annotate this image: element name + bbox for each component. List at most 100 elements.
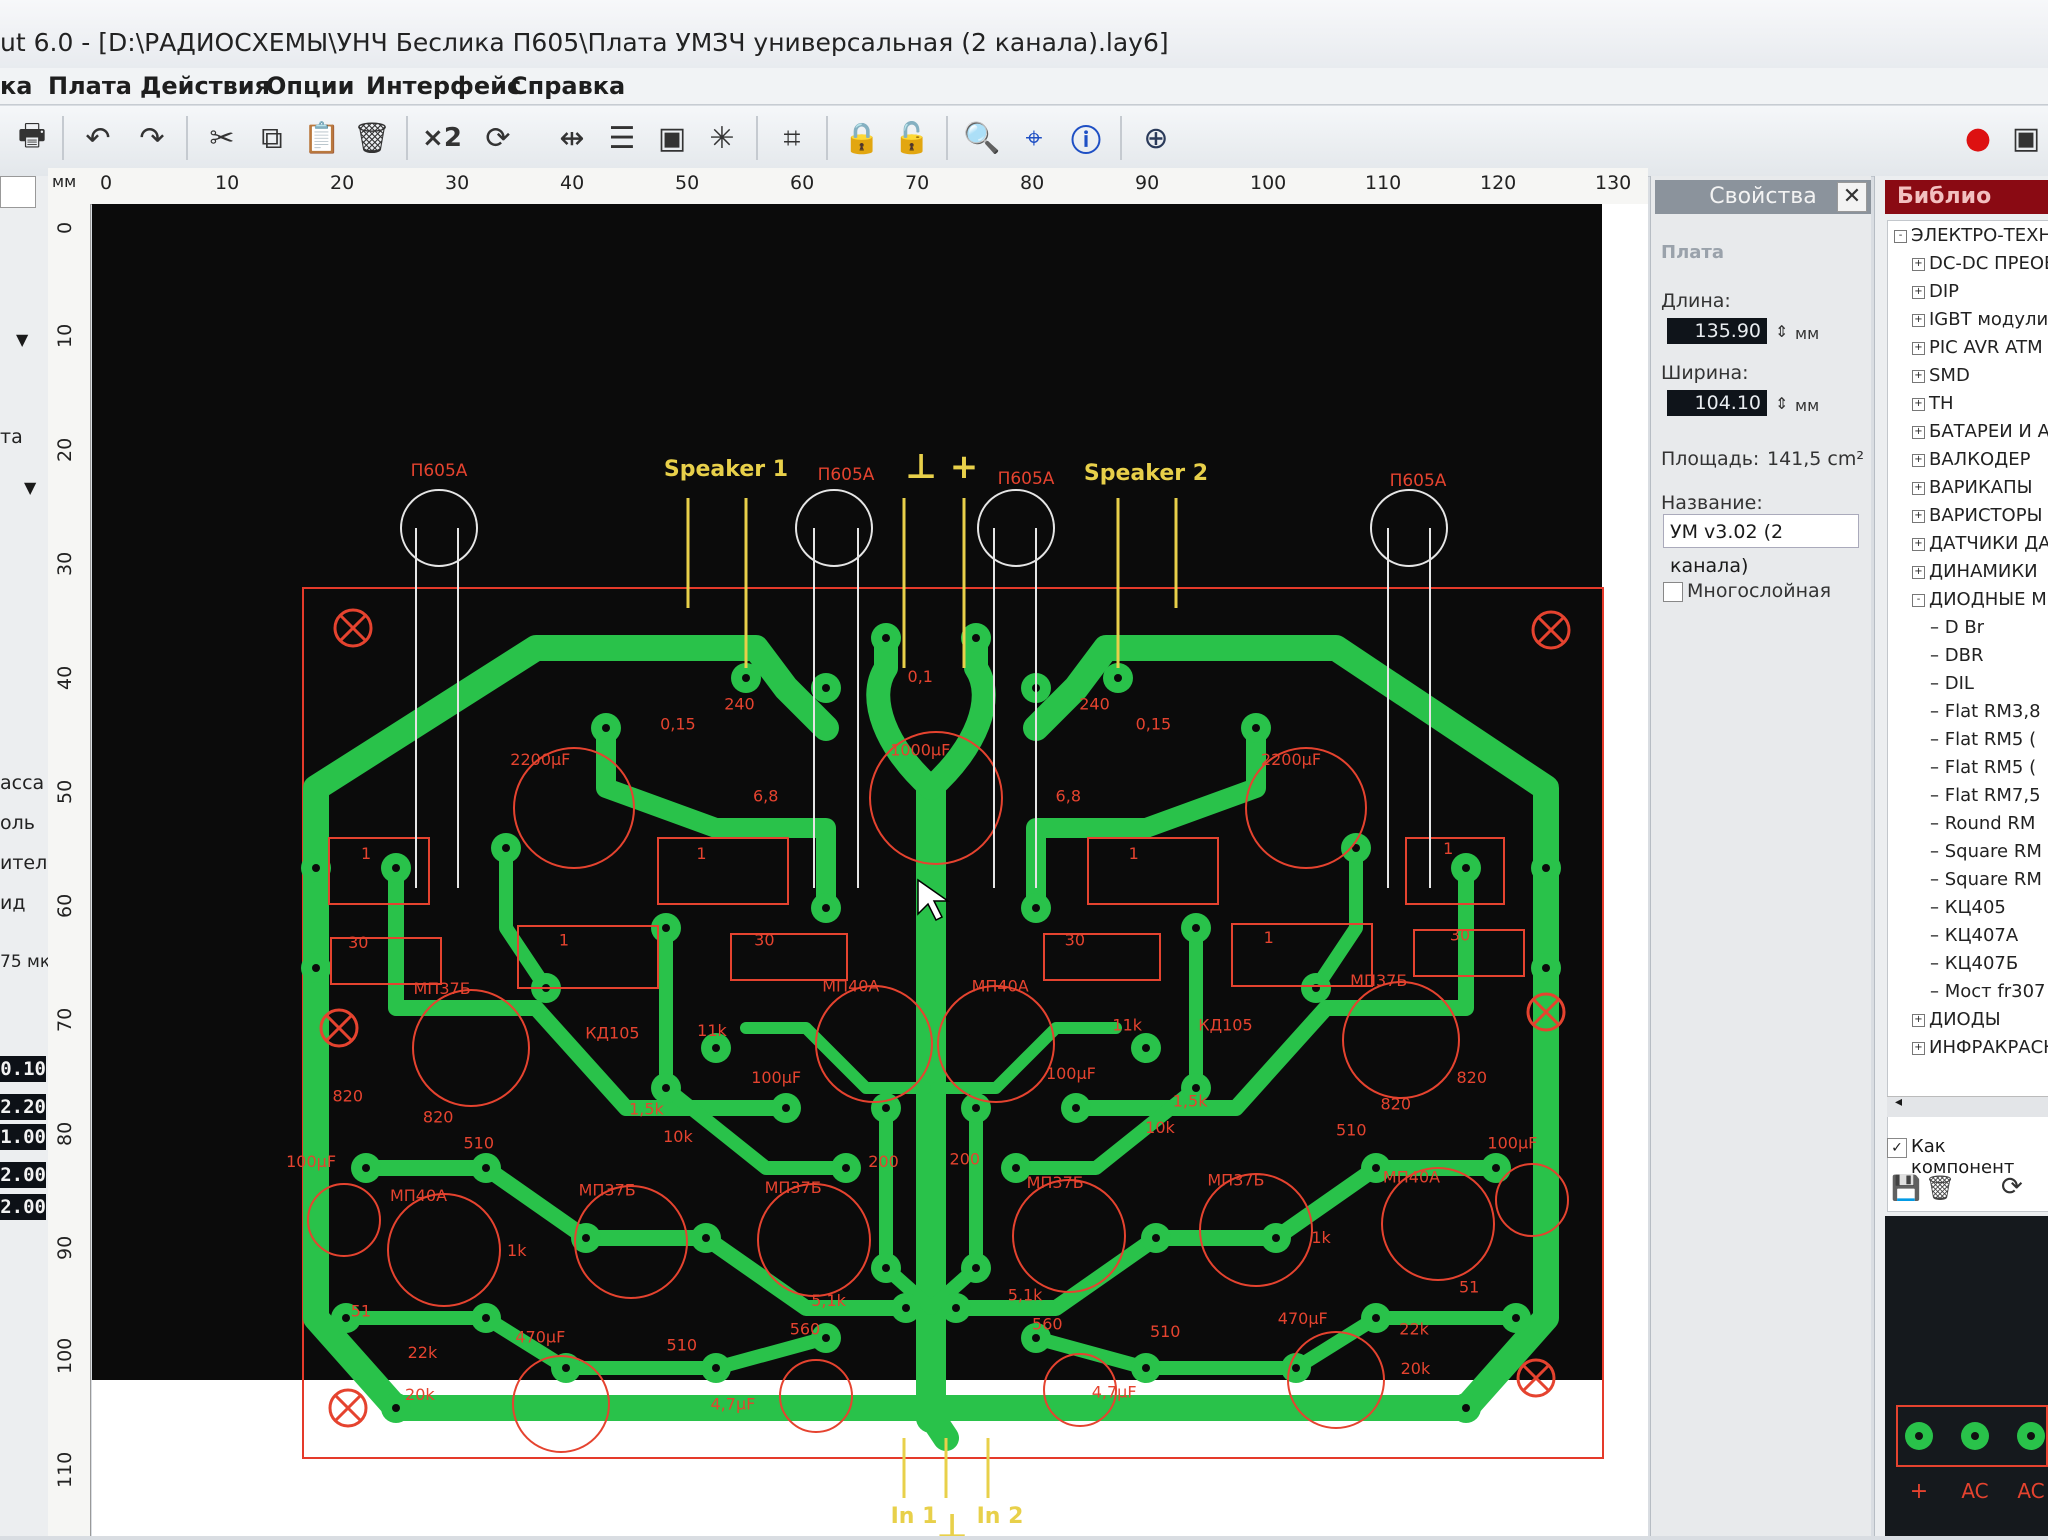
undo-icon[interactable]: ↶ [76,116,120,160]
length-spinner-icon[interactable]: ⇕ [1775,322,1788,341]
library-tree-item[interactable]: - ДИОДНЫЕ М [1912,589,2047,610]
library-tree-item[interactable]: + ДИОДЫ [1912,1009,2001,1030]
library-tree-item[interactable]: + TH [1912,393,1954,414]
scroll-left-icon[interactable]: ◂ [1895,1094,1902,1110]
left-panel-value[interactable]: 2.00 [0,1194,46,1220]
library-tree-item[interactable]: + DIP [1912,281,1959,302]
menu-options[interactable]: Опции [266,68,354,104]
left-panel-value[interactable]: 2.00 [0,1162,46,1188]
library-tree-item[interactable]: + PIC AVR ATM [1912,337,2043,358]
width-field[interactable]: 104.10 [1667,390,1767,416]
mirror-icon[interactable]: ⇹ [550,116,594,160]
collapse-icon[interactable]: - [1894,229,1907,243]
measure-icon[interactable]: ⌖ [1012,116,1056,160]
close-icon[interactable]: ✕ [1837,182,1867,212]
expand-icon[interactable]: + [1912,369,1925,383]
library-tree-item[interactable]: – Flat RM5 ( [1930,757,2036,778]
library-tree-item[interactable]: + ВАЛКОДЕР [1912,449,2030,470]
expand-icon[interactable]: + [1912,537,1925,551]
rotate-icon[interactable]: ⟳ [476,116,520,160]
expand-icon[interactable]: + [1912,425,1925,439]
copy-icon[interactable]: ⧉ [250,116,294,160]
group-icon[interactable]: ▣ [650,116,694,160]
left-panel-value[interactable]: 2.20 [0,1094,46,1120]
library-tree-item[interactable]: – Flat RM3,8 [1930,701,2041,722]
multilayer-checkbox[interactable] [1663,582,1683,602]
window-icon[interactable]: ▣ [2004,116,2048,160]
library-tree-item[interactable]: – КЦ407А [1930,925,2018,946]
expand-icon[interactable]: + [1912,481,1925,495]
expand-icon[interactable]: + [1912,257,1925,271]
expand-icon[interactable]: + [1912,341,1925,355]
lock-icon[interactable]: 🔒 [840,116,884,160]
paste-icon[interactable]: 📋 [300,116,344,160]
library-tree-item[interactable]: – Square RM [1930,869,2042,890]
delete-icon[interactable]: 🗑 [1925,1174,1955,1202]
library-tree-item[interactable]: – DIL [1930,673,1974,694]
pcb-workspace[interactable]: 2200µF 2200µF 1000µF 240 240 0,15 0,15 0,1 6,8 6,… [92,204,1648,1540]
library-tree-item[interactable]: – Мост fr307 [1930,981,2045,1002]
menu-interface[interactable]: Интерфейс [366,68,521,104]
refresh-icon[interactable]: ⟳ [2001,1172,2023,1202]
board-name-input[interactable]: УМ v3.02 (2 канала) [1663,514,1859,577]
library-tree-label: ДАТЧИКИ ДА [1929,533,2048,554]
save-icon[interactable]: 💾 [1891,1174,1921,1202]
zoom-icon[interactable]: 🔍 [960,116,1004,160]
pcb-canvas[interactable]: 2200µF 2200µF 1000µF 240 240 0,15 0,15 0,1 6,8 6,… [92,204,1648,1540]
menu-actions[interactable]: Действия [140,68,270,104]
expand-icon[interactable]: + [1912,453,1925,467]
target-icon[interactable]: ⊕ [1134,116,1178,160]
library-tree-item[interactable]: + ВАРИКАПЫ [1912,477,2033,498]
library-tree-item[interactable]: – Square RM [1930,841,2042,862]
expand-icon[interactable]: + [1912,313,1925,327]
duplicate-icon[interactable]: ×2 [420,116,464,160]
tree-scrollbar[interactable] [1887,1096,2048,1117]
expand-icon[interactable]: + [1912,397,1925,411]
width-spinner-icon[interactable]: ⇕ [1775,394,1788,413]
library-tree-item[interactable]: + ИНФРАКРАСНЫ [1912,1037,2048,1058]
library-tree[interactable]: -ЭЛЕКТРО-ТЕХНИКА +DC-DC ПРЕОБ +DIP +IGBT мо… [1887,220,2048,1212]
expand-icon[interactable]: + [1912,285,1925,299]
left-panel-field[interactable] [0,176,36,208]
left-panel-value[interactable]: 0.10 [0,1056,46,1082]
expand-icon[interactable]: + [1912,509,1925,523]
library-tree-item[interactable]: -ЭЛЕКТРО-ТЕХНИКА [1894,225,2048,246]
library-tree-item[interactable]: – Round RM [1930,813,2035,834]
expand-icon[interactable]: + [1912,1041,1925,1055]
redo-icon[interactable]: ↷ [130,116,174,160]
collapse-icon[interactable]: - [1912,593,1925,607]
as-component-checkbox[interactable]: ✓ [1887,1138,1907,1158]
expand-icon[interactable]: + [1912,1013,1925,1027]
align-icon[interactable]: ☰ [600,116,644,160]
library-tree-item[interactable]: – КЦ407Б [1930,953,2018,974]
library-tree-item[interactable]: + IGBT модули [1912,309,2048,330]
library-tree-item[interactable]: + SMD [1912,365,1970,386]
info-icon[interactable]: ⓘ [1064,116,1108,160]
library-tree-item[interactable]: + ДИНАМИКИ [1912,561,2038,582]
menu-help[interactable]: Справка [510,68,625,104]
expand-icon[interactable]: + [1912,565,1925,579]
left-panel-value[interactable]: 1.00 [0,1124,46,1150]
library-tree-item[interactable]: + ВАРИСТОРЫ [1912,505,2042,526]
library-tree-item[interactable]: + БАТАРЕИ И А [1912,421,2048,442]
ungroup-icon[interactable]: ✳ [700,116,744,160]
library-tree-item[interactable]: + ДАТЧИКИ ДА [1912,533,2048,554]
library-tree-item[interactable]: – КЦ405 [1930,897,2006,918]
library-tree-item[interactable]: – Flat RM5 ( [1930,729,2036,750]
menu-board[interactable]: Плата [48,68,132,104]
library-tree-item[interactable]: – DBR [1930,645,1983,666]
library-tree-item[interactable]: – Flat RM7,5 [1930,785,2041,806]
snap-icon[interactable]: ⌗ [770,116,814,160]
menu-file[interactable]: ка [0,68,32,104]
delete-icon[interactable]: 🗑 [350,116,394,160]
library-tree-item[interactable]: – D Br [1930,617,1984,638]
component-label: 510 [1150,1322,1181,1341]
cut-icon[interactable]: ✂ [200,116,244,160]
length-field[interactable]: 135.90 [1667,318,1767,344]
chevron-down-icon[interactable]: ▼ [16,330,28,349]
chevron-down-icon[interactable]: ▼ [24,478,36,497]
printer-icon[interactable]: 🖶 [10,116,54,160]
unlock-icon[interactable]: 🔓 [890,116,934,160]
library-tree-item[interactable]: + DC-DC ПРЕОБ [1912,253,2048,274]
record-icon[interactable]: ● [1956,116,2000,160]
